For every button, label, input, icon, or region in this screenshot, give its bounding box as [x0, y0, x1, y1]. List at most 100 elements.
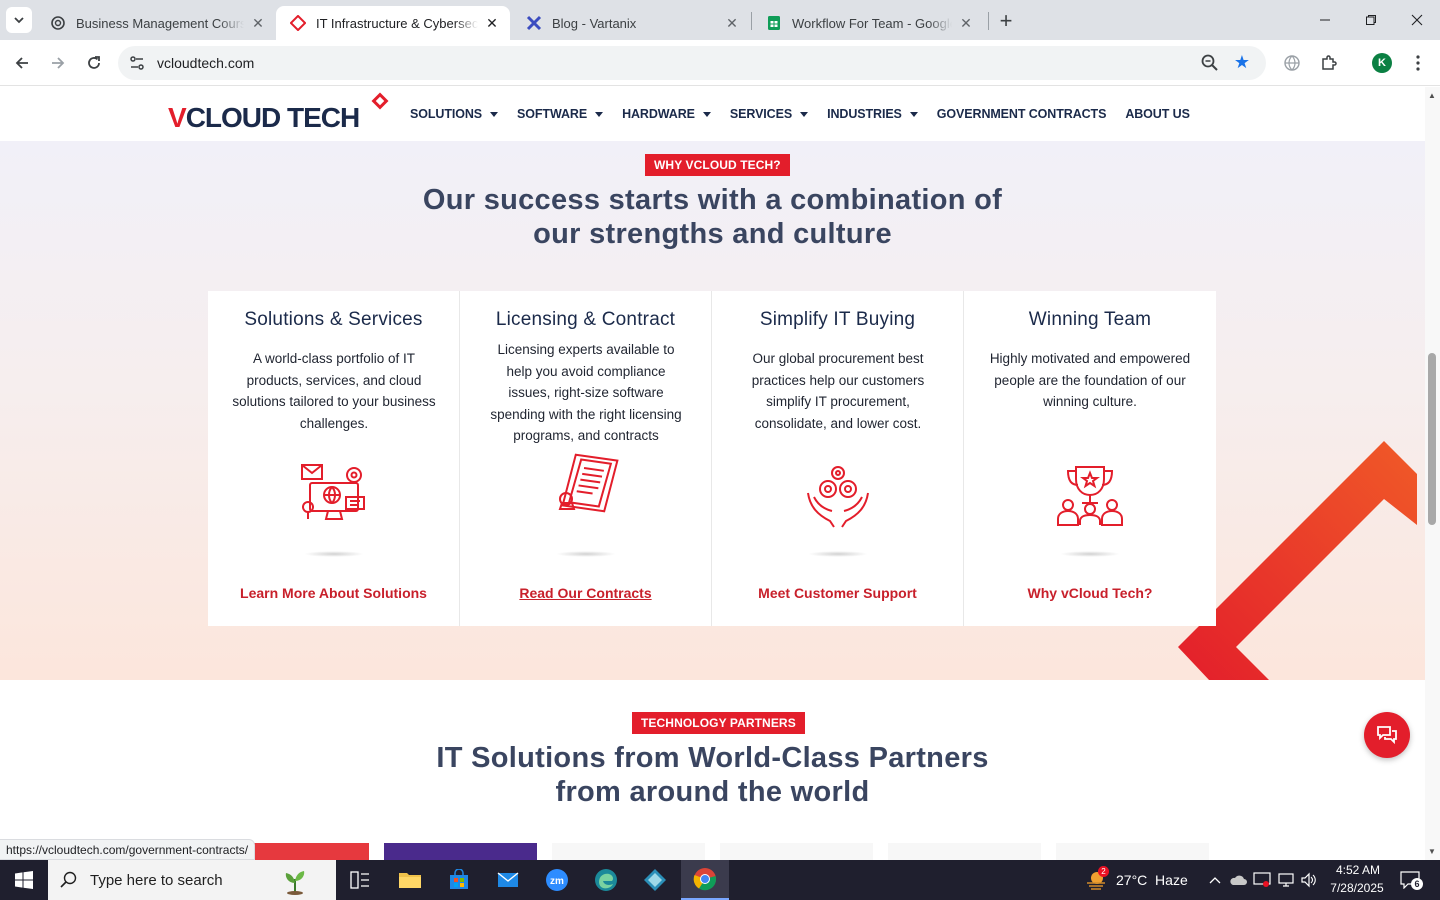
- partner-logo-card[interactable]: [720, 843, 873, 860]
- mail-button[interactable]: [484, 860, 532, 900]
- nav-label: ABOUT US: [1125, 107, 1190, 121]
- nav-government-contracts[interactable]: GOVERNMENT CONTRACTS: [937, 107, 1107, 121]
- app-diamond-button[interactable]: [631, 860, 679, 900]
- nav-hardware[interactable]: HARDWARE: [622, 107, 711, 121]
- main-navigation: SOLUTIONS SOFTWARE HARDWARE SERVICES IND…: [410, 107, 1209, 121]
- notification-center-icon[interactable]: 6: [1398, 869, 1423, 891]
- monitor-alert-icon: [1253, 872, 1271, 887]
- close-icon[interactable]: ✕: [724, 15, 740, 31]
- file-explorer-button[interactable]: [386, 860, 434, 900]
- icon-shadow: [556, 551, 616, 557]
- close-icon: [1411, 14, 1423, 26]
- tab-separator: [988, 12, 989, 30]
- reload-button[interactable]: [80, 49, 108, 77]
- tab-workflow-google-sheets[interactable]: Workflow For Team - Google Sh ✕: [752, 6, 984, 40]
- browser-menu-button[interactable]: [1407, 52, 1429, 74]
- contract-document-icon: [558, 453, 619, 513]
- close-window-button[interactable]: [1394, 0, 1440, 40]
- live-chat-button[interactable]: [1364, 712, 1410, 758]
- taskbar-search-box[interactable]: Type here to search: [48, 860, 336, 900]
- section-pill: TECHNOLOGY PARTNERS: [632, 712, 805, 734]
- weather-icon[interactable]: 2: [1084, 866, 1109, 890]
- meet-customer-support-link[interactable]: Meet Customer Support: [712, 585, 963, 601]
- partner-logo-card[interactable]: [888, 843, 1041, 860]
- restore-button[interactable]: [1348, 0, 1394, 40]
- close-icon[interactable]: ✕: [250, 15, 266, 31]
- page-scrollbar[interactable]: ▲ ▼: [1425, 87, 1440, 860]
- tab-business-management[interactable]: Business Management Coursew ✕: [36, 6, 276, 40]
- url-text[interactable]: vcloudtech.com: [157, 55, 254, 71]
- forward-button[interactable]: [44, 49, 72, 77]
- security-icon[interactable]: [1252, 870, 1272, 890]
- clock-date[interactable]: 7/28/2025: [1326, 881, 1388, 895]
- why-vcloud-section: WHY VCLOUD TECH? Our success starts with…: [0, 141, 1425, 680]
- card-winning-team: Winning Team Highly motivated and empowe…: [964, 291, 1216, 626]
- scrollbar-thumb[interactable]: [1428, 353, 1436, 525]
- minimize-icon: [1320, 19, 1330, 21]
- nav-industries[interactable]: INDUSTRIES: [827, 107, 918, 121]
- section-title-line1: IT Solutions from World-Class Partners: [436, 742, 989, 774]
- card-title: Licensing & Contract: [495, 309, 676, 330]
- chrome-icon: [693, 868, 717, 891]
- address-bar[interactable]: vcloudtech.com ★: [118, 46, 1266, 80]
- chevron-up-icon[interactable]: [1205, 870, 1225, 890]
- zoom-icon[interactable]: [1200, 53, 1220, 73]
- nav-about-us[interactable]: ABOUT US: [1125, 107, 1190, 121]
- why-vcloud-tech-link[interactable]: Why vCloud Tech?: [964, 585, 1216, 601]
- nav-label: SOLUTIONS: [410, 107, 483, 121]
- site-logo[interactable]: VCLOUD TECH: [168, 92, 393, 135]
- nav-solutions[interactable]: SOLUTIONS: [410, 107, 499, 121]
- openai-icon: [51, 16, 65, 30]
- partner-logo-card[interactable]: [384, 843, 537, 860]
- bookmark-star-icon[interactable]: ★: [1232, 52, 1252, 72]
- clock-time[interactable]: 4:52 AM: [1330, 863, 1386, 877]
- diamond-app-icon: [644, 869, 666, 891]
- tab-search-button[interactable]: [6, 7, 32, 33]
- learn-more-solutions-link[interactable]: Learn More About Solutions: [208, 585, 459, 601]
- translate-icon[interactable]: [1281, 52, 1303, 74]
- microsoft-store-button[interactable]: [435, 860, 483, 900]
- scroll-up-icon[interactable]: ▲: [1428, 91, 1436, 100]
- back-button[interactable]: [8, 49, 36, 77]
- weather-text[interactable]: 27°C Haze: [1116, 872, 1188, 888]
- windows-logo-icon: [15, 871, 33, 889]
- vartanix-icon: [526, 15, 542, 31]
- new-tab-button[interactable]: +: [994, 8, 1018, 33]
- partner-logo-card[interactable]: [552, 843, 705, 860]
- plant-sprout-icon: [285, 871, 305, 895]
- section-pill: WHY VCLOUD TECH?: [645, 154, 790, 176]
- onedrive-icon[interactable]: [1228, 870, 1248, 890]
- start-button[interactable]: [0, 860, 48, 900]
- nav-label: INDUSTRIES: [827, 107, 902, 121]
- nav-services[interactable]: SERVICES: [730, 107, 809, 121]
- arrow-left-icon: [15, 57, 28, 69]
- chat-bubbles-icon: [1377, 726, 1397, 745]
- caret-down-icon: [702, 111, 711, 117]
- browser-tab-strip: Business Management Coursew ✕ IT Infrast…: [0, 0, 1440, 40]
- puzzle-icon: [1322, 55, 1337, 70]
- profile-avatar[interactable]: K: [1372, 53, 1392, 73]
- show-hidden-icons-icon: [1209, 877, 1221, 884]
- partner-logo-card[interactable]: [1056, 843, 1209, 860]
- read-our-contracts-link[interactable]: Read Our Contracts: [460, 585, 711, 601]
- link-hover-status: https://vcloudtech.com/government-contra…: [0, 839, 256, 860]
- zoom-app-button[interactable]: zm: [533, 860, 581, 900]
- page-viewport: VCLOUD TECH SOLUTIONS SOFTWARE HARDWARE …: [0, 87, 1425, 860]
- chrome-button[interactable]: [681, 860, 729, 900]
- nav-software[interactable]: SOFTWARE: [517, 107, 604, 121]
- site-settings-icon[interactable]: [128, 54, 146, 72]
- close-icon[interactable]: ✕: [484, 15, 500, 31]
- minimize-button[interactable]: [1302, 0, 1348, 40]
- tab-it-infrastructure[interactable]: IT Infrastructure & Cybersecurit ✕: [276, 6, 510, 40]
- link-text[interactable]: Read Our Contracts: [519, 585, 651, 601]
- network-icon[interactable]: [1276, 870, 1296, 890]
- edge-dev-button[interactable]: [582, 860, 630, 900]
- close-icon[interactable]: ✕: [958, 15, 974, 31]
- section-title-line1: Our success starts with a combination of: [422, 184, 1003, 216]
- extensions-icon[interactable]: [1318, 52, 1340, 74]
- task-view-button[interactable]: [336, 860, 384, 900]
- tab-blog-vartanix[interactable]: Blog - Vartanix ✕: [512, 6, 750, 40]
- card-description: Highly motivated and empowered people ar…: [989, 351, 1191, 409]
- scroll-down-icon[interactable]: ▼: [1428, 847, 1436, 856]
- volume-icon[interactable]: [1299, 870, 1319, 890]
